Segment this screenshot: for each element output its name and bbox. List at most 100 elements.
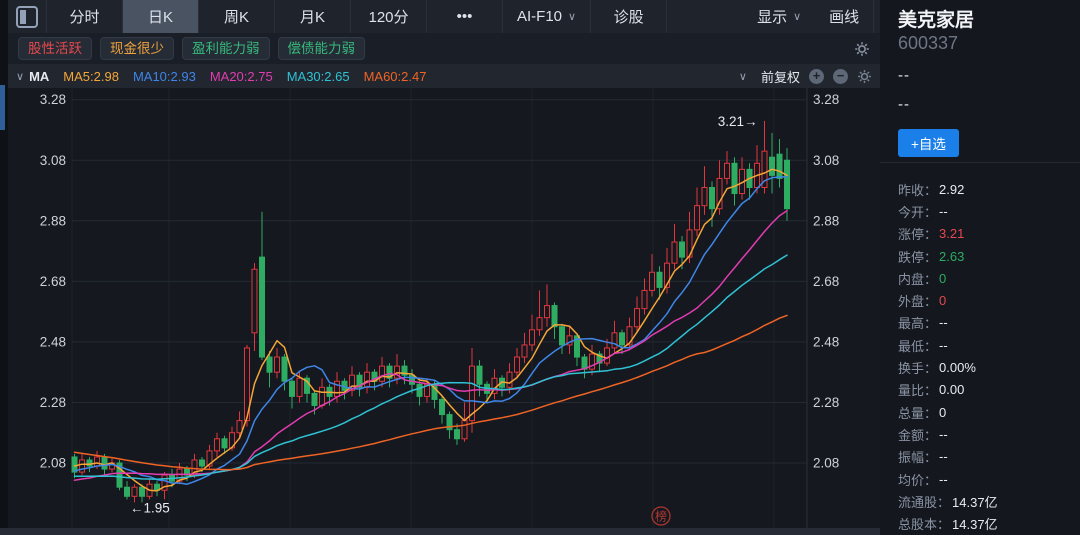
info-label: 总股本：	[898, 514, 950, 533]
candle-down	[777, 154, 782, 178]
info-value: 14.37亿	[952, 492, 998, 511]
adjust-mode-label[interactable]: 前复权	[761, 67, 800, 86]
info-label: 最高：	[898, 313, 937, 332]
y-axis-label-left: 3.28	[40, 92, 66, 107]
candle-up	[95, 457, 100, 466]
candle-up	[635, 309, 640, 327]
candle-down	[455, 430, 460, 439]
y-axis-label-left: 2.88	[40, 213, 66, 228]
toolbar-tab-3[interactable]: 月K	[275, 0, 351, 33]
settings-gear-icon[interactable]	[854, 41, 870, 57]
candle-down	[290, 381, 295, 396]
y-axis-label-right: 2.28	[813, 395, 839, 410]
candle-up	[695, 206, 700, 230]
add-watchlist-button[interactable]: +自选	[898, 129, 959, 157]
candle-up	[320, 387, 325, 405]
info-row-4: 内盘：0	[898, 267, 1068, 289]
toolbar-tab-2[interactable]: 周K	[199, 0, 275, 33]
y-axis-label-left: 2.08	[40, 456, 66, 471]
y-axis-label-left: 2.28	[40, 395, 66, 410]
candle-up	[650, 272, 655, 290]
info-row-15: 总股本：14.37亿	[898, 512, 1068, 534]
info-label: 涨停：	[898, 224, 937, 243]
toolbar-tab-0[interactable]: 分时	[47, 0, 123, 33]
y-axis-label-left: 3.08	[40, 153, 66, 168]
candle-up	[297, 378, 302, 396]
chevron-down-icon[interactable]: ∨	[739, 70, 747, 83]
info-label: 今开：	[898, 202, 937, 221]
info-row-11: 金额：--	[898, 423, 1068, 445]
candle-down	[200, 460, 205, 466]
watermark-stamp: 榜	[652, 507, 670, 525]
ma-line-10	[75, 177, 788, 484]
y-axis-label-right: 3.08	[813, 153, 839, 168]
chart-bottom-strip	[0, 528, 880, 535]
candle-down	[440, 399, 445, 414]
toolbar-tab-7[interactable]: 诊股	[591, 0, 667, 33]
candle-down	[732, 163, 737, 193]
info-value: --	[939, 449, 948, 464]
chart-canvas: 3.21→←1.95榜3.283.283.083.082.882.882.682…	[8, 88, 880, 528]
info-row-1: 今开：--	[898, 200, 1068, 222]
info-row-0: 昨收：2.92	[898, 178, 1068, 200]
candle-down	[680, 242, 685, 257]
price-annotation: 3.21→	[718, 114, 758, 129]
y-axis-label-right: 2.88	[813, 213, 839, 228]
info-label: 昨收：	[898, 180, 937, 199]
candle-down	[770, 157, 775, 175]
sidebar-toggle-left[interactable]	[8, 0, 47, 33]
ma-legend-10: MA10:2.93	[133, 69, 196, 84]
chevron-down-icon: ∨	[568, 10, 576, 23]
ma-line-30	[75, 255, 788, 479]
current-price: --	[898, 67, 910, 84]
candle-down	[710, 187, 715, 208]
info-label: 金额：	[898, 425, 937, 444]
info-value: 0	[939, 293, 946, 308]
toolbar-spacer	[667, 0, 743, 33]
candle-down	[410, 375, 415, 384]
candle-down	[620, 333, 625, 345]
stock-tag-0[interactable]: 股性活跃	[18, 37, 92, 60]
stock-code: 600337	[898, 33, 958, 54]
toolbar-tab-5[interactable]: •••	[427, 0, 503, 33]
stock-tag-2[interactable]: 盈利能力弱	[182, 37, 270, 60]
chevron-down-icon[interactable]: ∨	[16, 70, 24, 83]
candle-up	[215, 439, 220, 451]
toolbar-right-tab-0[interactable]: 显示∨	[743, 6, 815, 27]
candle-up	[545, 306, 550, 318]
zoom-out-button[interactable]: −	[833, 69, 848, 84]
stock-tag-1[interactable]: 现金很少	[100, 37, 174, 60]
info-label: 外盘：	[898, 291, 937, 310]
ma-line-60	[75, 315, 788, 469]
toolbar-tab-4[interactable]: 120分	[351, 0, 427, 33]
zoom-in-button[interactable]: +	[809, 69, 824, 84]
ma-group-label: MA	[29, 69, 49, 84]
stock-tag-3[interactable]: 偿债能力弱	[278, 37, 366, 60]
candle-up	[725, 163, 730, 178]
price-annotation: ←1.95	[130, 500, 170, 515]
candle-down	[125, 487, 130, 496]
info-label: 内盘：	[898, 269, 937, 288]
candle-up	[237, 421, 242, 433]
ma-legend-60: MA60:2.47	[364, 69, 427, 84]
candle-down	[417, 384, 422, 396]
info-value: 0	[939, 271, 946, 286]
candle-up	[642, 290, 647, 308]
info-label: 换手：	[898, 358, 937, 377]
ma-legend-5: MA5:2.98	[63, 69, 119, 84]
chevron-down-icon: ∨	[793, 10, 801, 23]
toolbar-tab-6[interactable]: AI-F10∨	[503, 0, 591, 33]
info-row-6: 最高：--	[898, 312, 1068, 334]
info-row-10: 总量：0	[898, 401, 1068, 423]
toolbar-right-tab-1[interactable]: 画线	[815, 6, 873, 27]
candle-down	[552, 306, 557, 327]
chart-settings-gear-icon[interactable]	[857, 69, 872, 84]
info-value: 0	[939, 405, 946, 420]
info-value: --	[939, 427, 948, 442]
candle-up	[380, 366, 385, 381]
toolbar-tab-1[interactable]: 日K	[123, 0, 199, 33]
candlestick-chart[interactable]: 3.21→←1.95榜3.283.283.083.082.882.882.682…	[8, 88, 880, 528]
left-edge-fragment	[0, 85, 5, 130]
svg-text:榜: 榜	[655, 509, 667, 524]
candle-up	[515, 357, 520, 372]
